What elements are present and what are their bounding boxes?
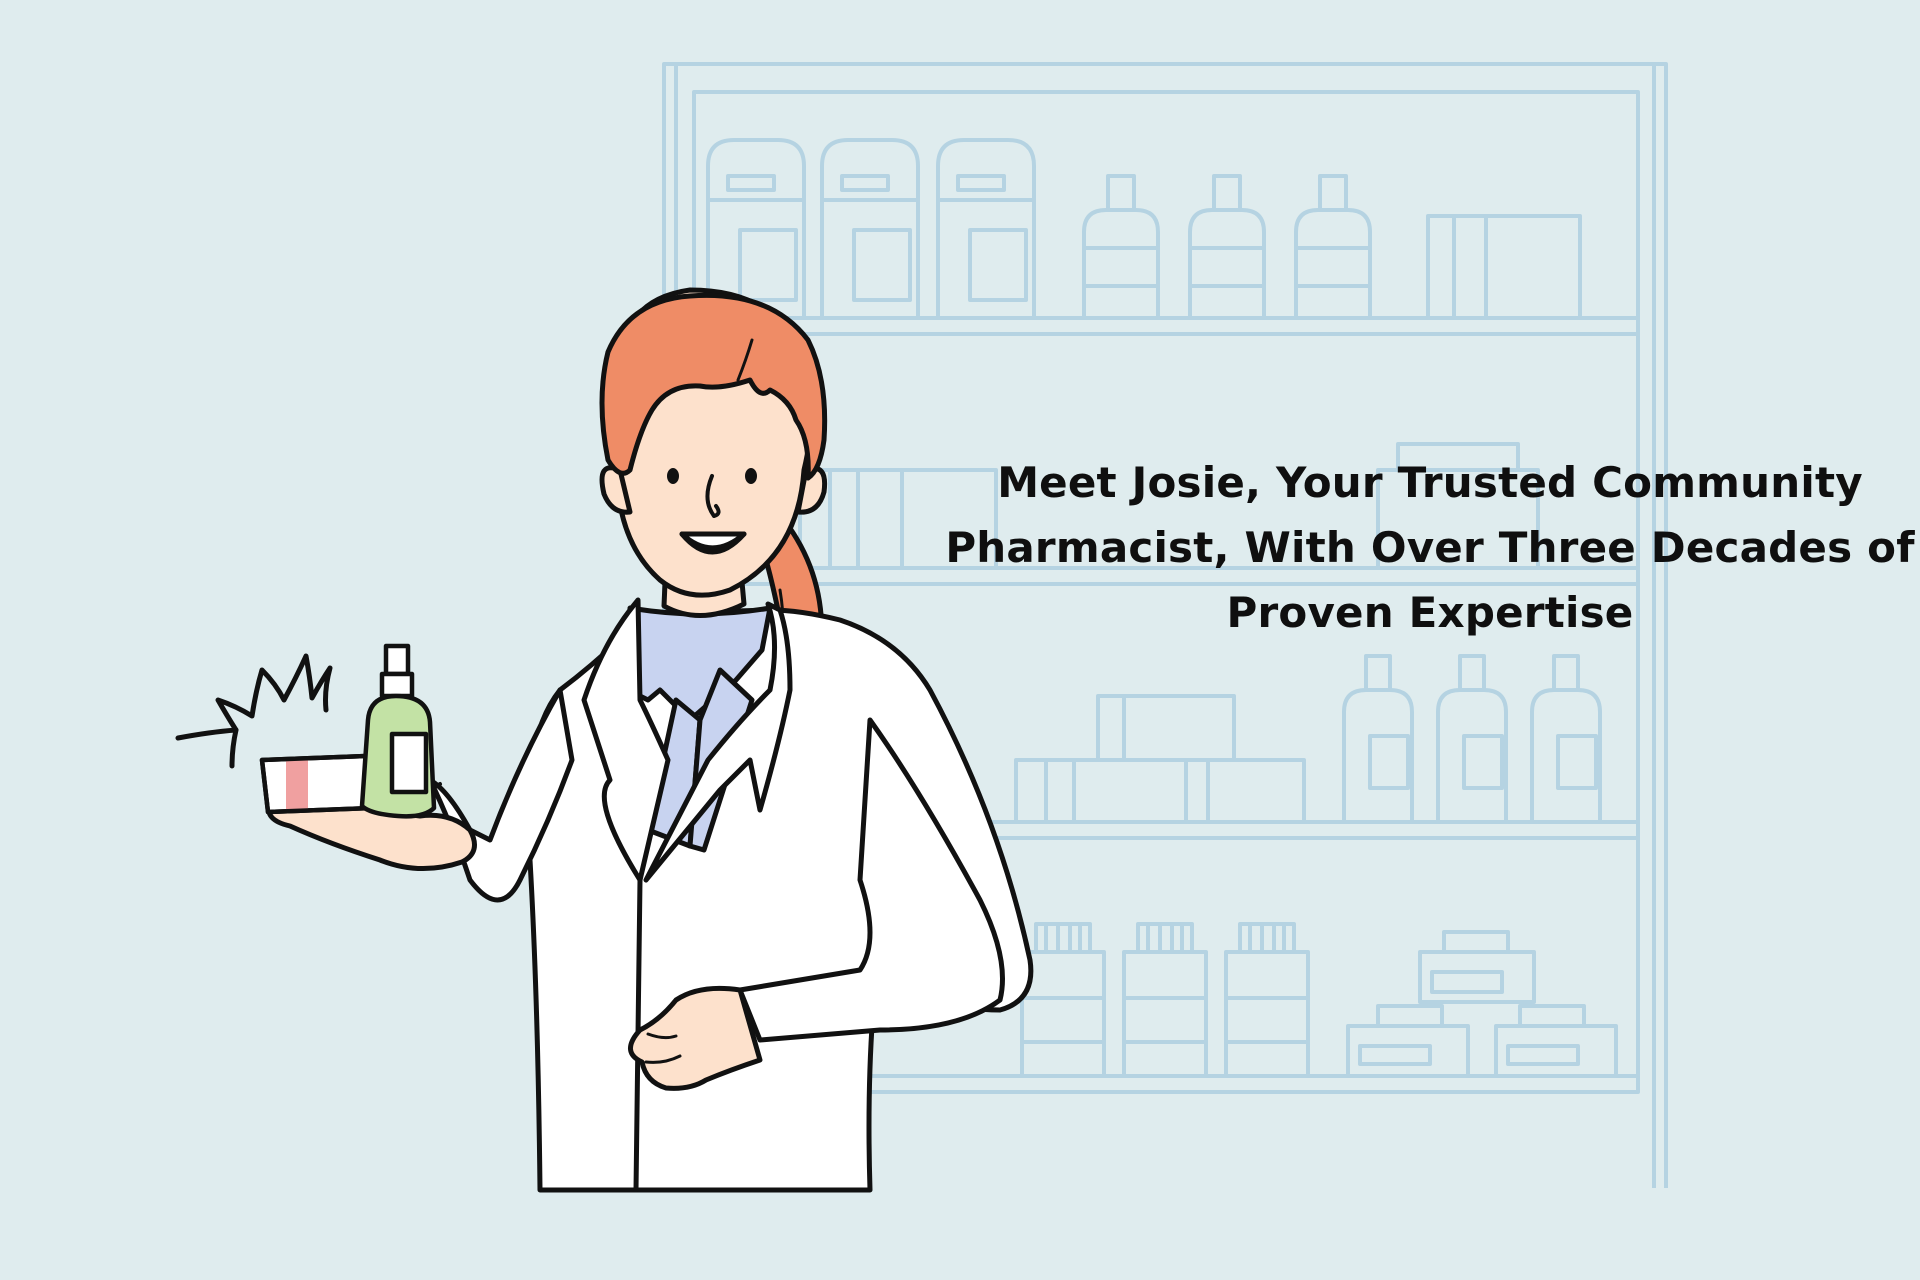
headline-line-2: Pharmacist, With Over Three Decades of	[945, 523, 1915, 572]
ointment-box-icon	[259, 753, 375, 815]
headline-line-1: Meet Josie, Your Trusted Community	[997, 458, 1863, 507]
hero-canvas: Meet Josie, Your Trusted Community Pharm…	[0, 0, 1920, 1280]
sparkle-burst-icon	[175, 653, 333, 769]
spray-bottle-icon	[359, 643, 437, 819]
headline-line-3: Proven Expertise	[1226, 588, 1634, 637]
headline: Meet Josie, Your Trusted Community Pharm…	[930, 450, 1920, 645]
